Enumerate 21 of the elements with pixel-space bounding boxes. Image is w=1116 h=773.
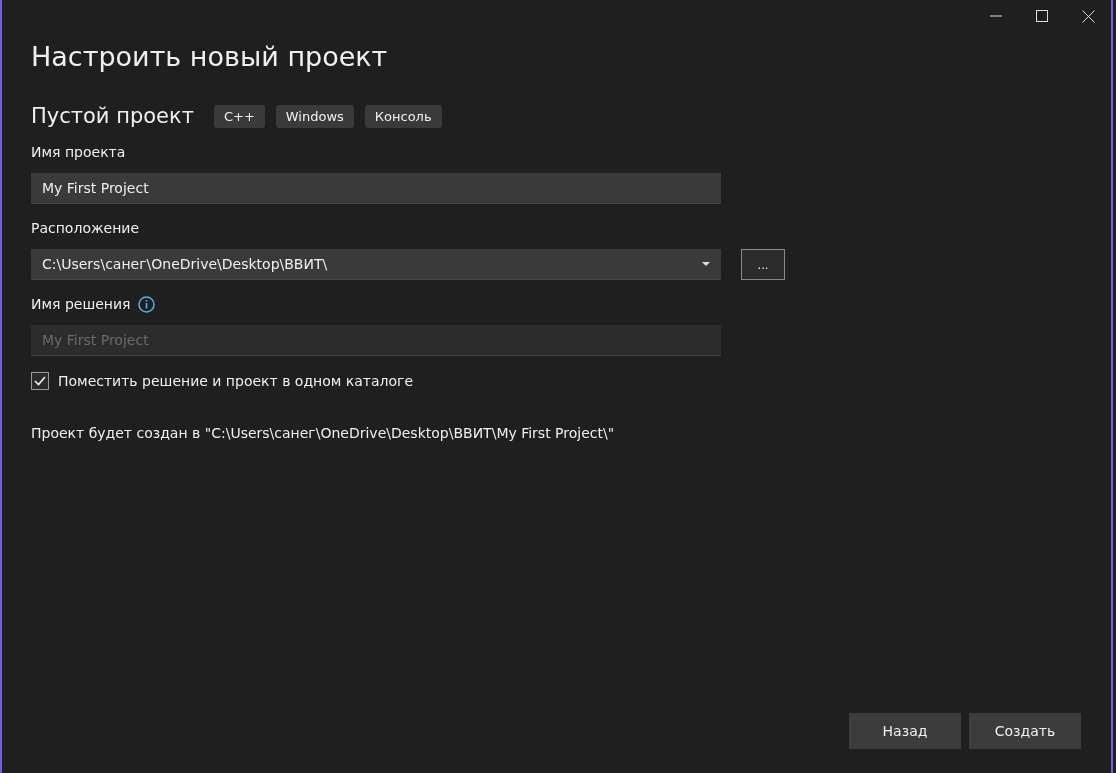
template-tag: Консоль [364,104,442,128]
input-field[interactable]: My First Project [31,173,721,204]
minimize-icon [990,15,1002,17]
checkbox-label: Поместить решение и проект в одном каталоге [58,373,414,389]
field-label: Имя решения [31,296,131,312]
location-dropdown[interactable]: C:\Users\санег\OneDrive\Desktop\ВВИТ\ [31,249,721,280]
template-name: Пустой проект [31,104,194,128]
dialog-button[interactable]: Назад [849,713,961,749]
checkbox[interactable] [31,372,49,390]
template-tag: Windows [275,104,354,128]
dialog-button[interactable]: Создать [969,713,1081,749]
field-label: Расположение [31,220,140,236]
dialog-title: Настроить новый проект [31,40,389,74]
template-tag: C++ [213,104,265,128]
field-label: Имя проекта [31,144,126,160]
checkmark-icon [34,376,46,386]
close-icon [1081,9,1095,23]
caret-icon [702,262,710,266]
project-path-summary: Проект будет создан в "C:\Users\санег\OneDrive\Desktop\ВВИТ\My First Project\" [31,425,616,441]
browse-button[interactable]: ... [741,249,785,280]
maximize-icon [1036,10,1048,22]
